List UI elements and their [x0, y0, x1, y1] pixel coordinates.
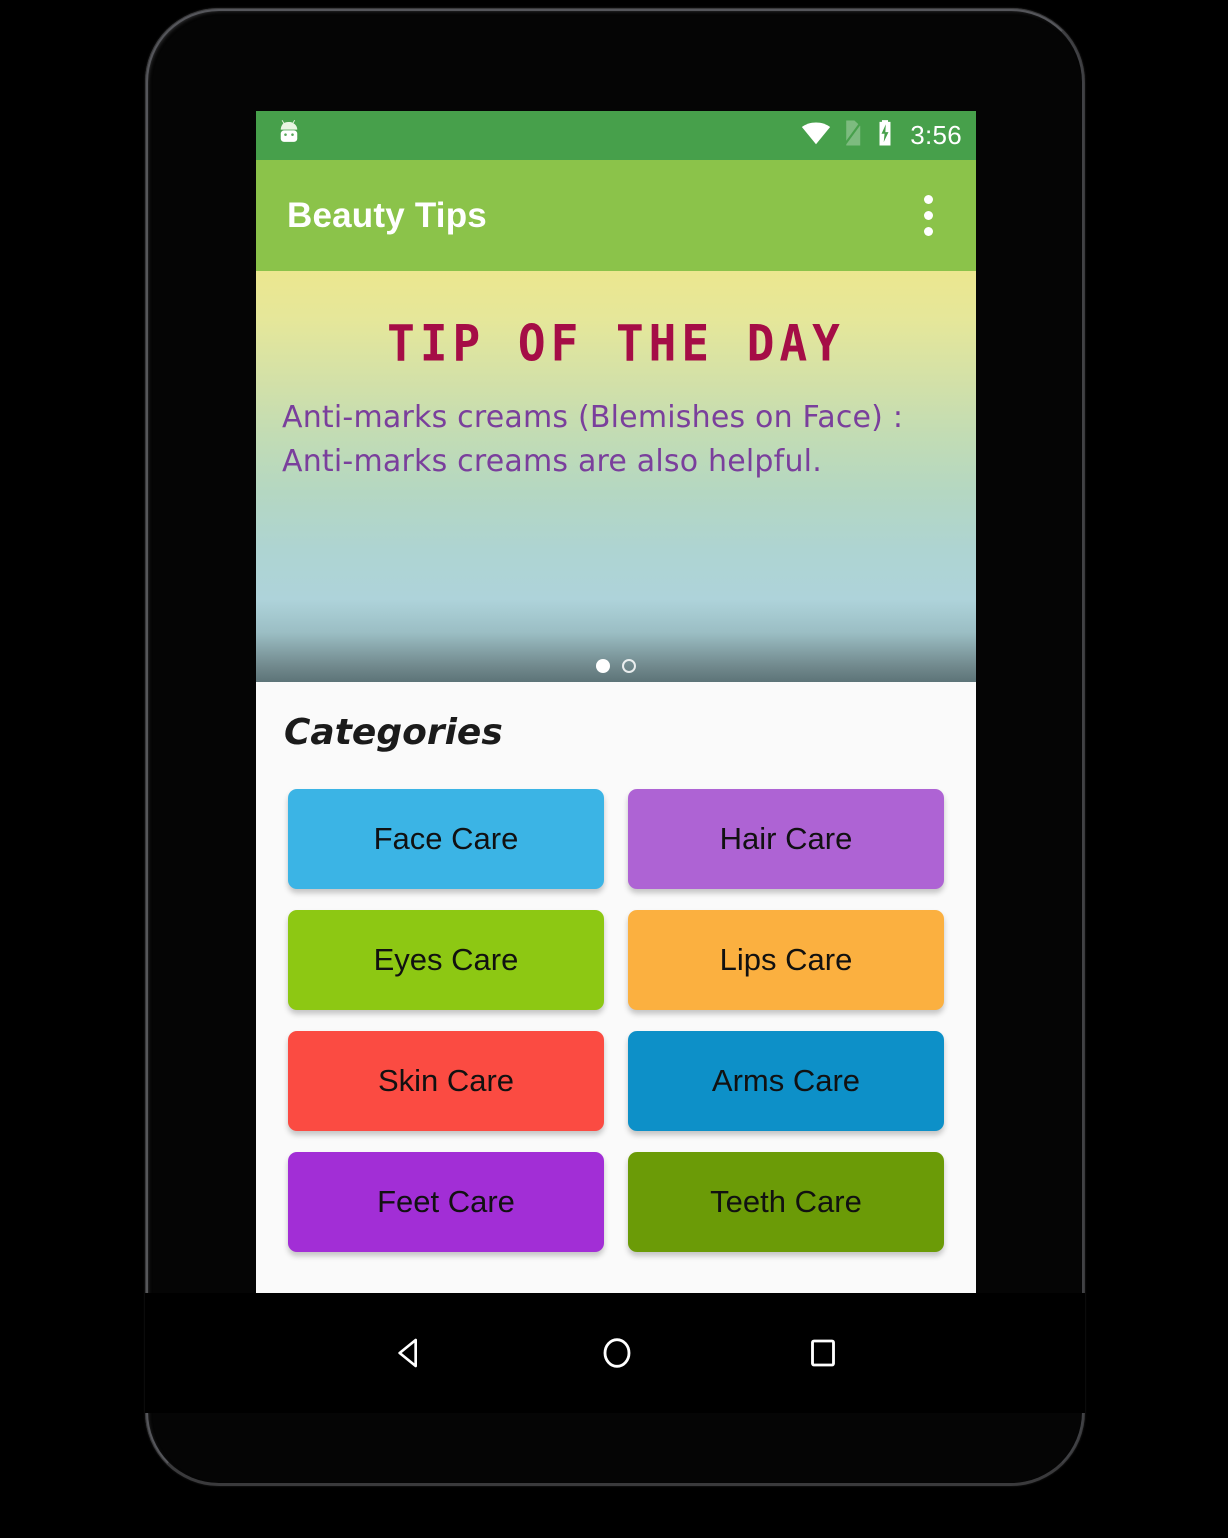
tip-heading: TIP OF THE DAY — [387, 313, 845, 373]
categories-section: Categories Face Care Hair Care Eyes Care Li… — [256, 682, 976, 1293]
overflow-menu-icon[interactable] — [904, 186, 952, 246]
page-dot-active[interactable] — [596, 659, 610, 673]
category-button-teeth-care[interactable]: Teeth Care — [628, 1152, 944, 1252]
category-button-arms-care[interactable]: Arms Care — [628, 1031, 944, 1131]
sim-card-off-icon — [842, 119, 864, 152]
category-button-face-care[interactable]: Face Care — [288, 789, 604, 889]
carousel-page-dots — [256, 659, 976, 673]
recents-icon[interactable] — [805, 1335, 841, 1371]
category-button-hair-care[interactable]: Hair Care — [628, 789, 944, 889]
status-bar-clock: 3:56 — [910, 120, 962, 150]
category-button-skin-care[interactable]: Skin Care — [288, 1031, 604, 1131]
app-bar: Beauty Tips — [256, 160, 976, 271]
status-bar-left — [274, 118, 801, 153]
status-bar-right: 3:56 — [801, 119, 962, 152]
tip-of-the-day-carousel[interactable]: TIP OF THE DAY Anti-marks creams (Blemis… — [256, 271, 976, 682]
category-grid: Face Care Hair Care Eyes Care Lips Care Skin… — [256, 789, 976, 1252]
wifi-icon — [801, 120, 831, 151]
category-button-feet-care[interactable]: Feet Care — [288, 1152, 604, 1252]
categories-title: Categories — [284, 712, 503, 753]
category-button-eyes-care[interactable]: Eyes Care — [288, 910, 604, 1010]
android-robot-icon — [274, 118, 304, 153]
phone-screen: 3:56 Beauty Tips TIP OF THE DAY Anti-mar… — [256, 111, 976, 1293]
android-navigation-bar — [145, 1293, 1085, 1413]
battery-charging-icon — [875, 119, 895, 152]
overflow-dot — [923, 195, 933, 204]
tip-body-text: Anti-marks creams (Blemishes on Face) : … — [282, 400, 904, 480]
status-bar: 3:56 — [256, 111, 976, 160]
category-button-lips-care[interactable]: Lips Care — [628, 910, 944, 1010]
home-icon[interactable] — [597, 1333, 637, 1373]
overflow-dot — [923, 211, 933, 220]
app-title: Beauty Tips — [287, 195, 487, 235]
overflow-dot — [923, 227, 933, 236]
page-dot-inactive[interactable] — [622, 659, 636, 673]
back-icon[interactable] — [389, 1333, 429, 1373]
